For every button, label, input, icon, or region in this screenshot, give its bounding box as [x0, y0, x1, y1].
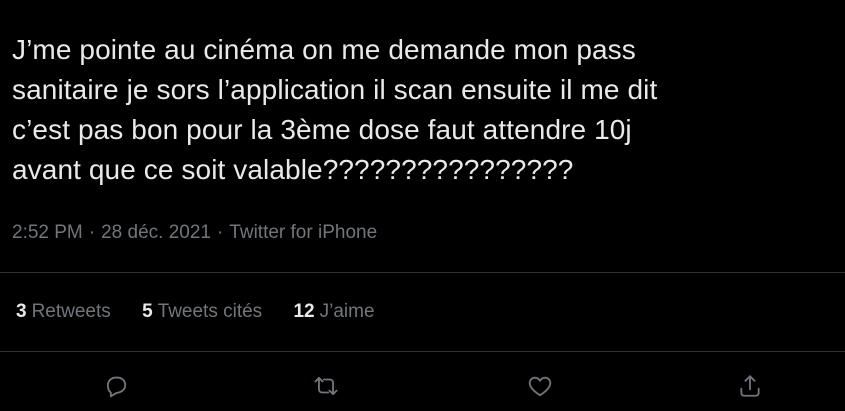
tweet-text: J’me pointe au cinéma on me demande mon … — [12, 34, 658, 185]
share-button[interactable] — [735, 371, 765, 401]
retweets-label: Retweets — [31, 301, 111, 322]
meta-separator: · — [216, 222, 224, 243]
retweets-stat[interactable]: 3 Retweets — [16, 300, 111, 324]
tweet-date[interactable]: 28 déc. 2021 — [101, 221, 211, 245]
retweet-icon — [313, 373, 339, 399]
reply-icon — [103, 373, 129, 399]
tweet-actions-bar — [0, 365, 845, 407]
likes-count: 12 — [293, 301, 315, 322]
tweet-time[interactable]: 2:52 PM — [12, 221, 83, 245]
share-icon — [737, 373, 763, 399]
reply-button[interactable] — [101, 371, 131, 401]
engagement-stats: 3 Retweets 5 Tweets cités 12 J’aime — [16, 300, 401, 324]
like-button[interactable] — [525, 371, 555, 401]
tweet-metadata: 2:52 PM · 28 déc. 2021 · Twitter for iPhone — [12, 221, 377, 245]
quote-tweets-label: Tweets cités — [157, 301, 263, 322]
quote-tweets-count: 5 — [142, 301, 153, 322]
divider — [0, 272, 845, 273]
tweet-source-link[interactable]: Twitter for iPhone — [229, 221, 377, 245]
retweets-count: 3 — [16, 301, 27, 322]
likes-stat[interactable]: 12 J’aime — [293, 300, 374, 324]
heart-icon — [527, 373, 553, 399]
likes-label: J’aime — [319, 301, 375, 322]
divider — [0, 351, 845, 352]
retweet-button[interactable] — [311, 371, 341, 401]
meta-separator: · — [88, 222, 96, 243]
quote-tweets-stat[interactable]: 5 Tweets cités — [142, 300, 262, 324]
